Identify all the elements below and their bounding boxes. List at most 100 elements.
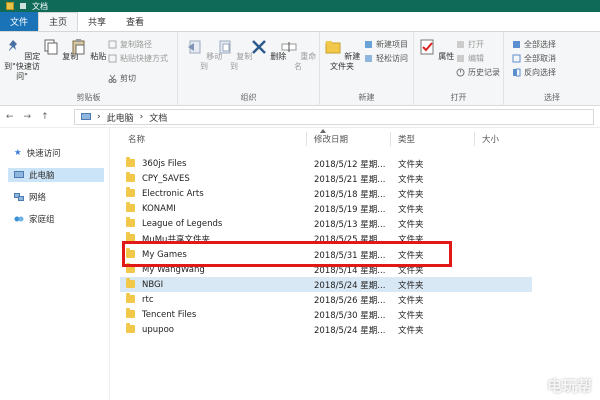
history-button[interactable]: 历史记录 [456,66,500,79]
folder-icon [126,293,135,303]
clipboard-group: 固定到"快速访问" 复制 粘贴 复制路径 粘贴快捷方式 剪切 剪贴板 [0,32,178,106]
column-header-date[interactable]: 修改日期 [314,133,348,147]
new-group: 新建文件夹 新建项目 轻松访问 新建 [320,32,414,106]
cut-button[interactable]: 剪切 [108,72,136,85]
select-all-icon [513,41,520,48]
new-folder-button[interactable]: 新建文件夹 [322,36,362,72]
tab-home[interactable]: 主页 [38,12,79,31]
folder-icon [126,172,135,182]
open-group: 属性 打开 编辑 历史记录 打开 [414,32,504,106]
file-row[interactable]: MuMu共享文件夹 2018/5/25 星期... 文件夹 [120,231,532,246]
back-arrow-icon[interactable]: ← [6,112,14,122]
pin-icon [8,40,17,51]
organize-group-label: 组织 [240,93,257,102]
column-divider [390,132,391,146]
file-list: 名称 修改日期 类型 大小 360js Files 2018/5/12 星期..… [112,128,600,400]
column-divider [306,132,307,146]
invert-selection-icon [513,68,521,77]
folder-icon [126,308,135,318]
rename-button[interactable]: 重命名 [278,36,318,72]
folder-icon [126,202,135,212]
forward-arrow-icon[interactable]: → [24,112,32,122]
column-header-type[interactable]: 类型 [398,133,415,147]
title-bar: 文档 [0,0,600,12]
edit-button[interactable]: 编辑 [456,52,484,65]
file-row[interactable]: League of Legends 2018/5/13 星期... 文件夹 [120,216,532,231]
history-icon [456,68,465,77]
ribbon-tabs: 文件 主页 共享 查看 [0,12,600,32]
properties-button[interactable]: 属性 [416,36,456,62]
window-title: 文档 [32,1,48,11]
pin-quick-access-button[interactable]: 固定到"快速访问" [2,36,42,82]
copy-path-button[interactable]: 复制路径 [108,38,152,51]
network-icon [14,193,24,201]
nav-item-this-pc[interactable]: 此电脑 [8,168,104,182]
select-none-button[interactable]: 全部取消 [512,52,556,65]
open-group-label: 打开 [450,93,467,102]
paste-button[interactable]: 粘贴 [68,36,108,62]
up-arrow-icon[interactable]: ↑ [41,112,49,122]
select-group: 全部选择 全部取消 反向选择 选择 [504,32,600,106]
paste-icon [72,39,85,55]
breadcrumb-this-pc[interactable]: 此电脑 [107,111,134,124]
copy-to-icon [219,40,231,54]
paste-shortcut-button[interactable]: 粘贴快捷方式 [108,52,168,65]
file-row[interactable]: My Games 2018/5/31 星期... 文件夹 [120,247,532,262]
homegroup-icon [14,216,24,222]
quick-access-toolbar-icon[interactable] [20,3,26,9]
file-row[interactable]: KONAMI 2018/5/19 星期... 文件夹 [120,201,532,216]
column-header-size[interactable]: 大小 [482,133,499,147]
breadcrumb-separator: › [97,112,101,122]
file-row[interactable]: upupoo 2018/5/24 星期... 文件夹 [120,322,532,337]
select-group-label: 选择 [544,93,560,102]
folder-icon [126,263,135,273]
column-divider [474,132,475,146]
tab-file[interactable]: 文件 [0,12,39,31]
new-folder-icon [325,41,341,54]
file-row[interactable]: Electronic Arts 2018/5/18 星期... 文件夹 [120,186,532,201]
nav-item-network[interactable]: 网络 [14,190,46,204]
nav-item-quick-access[interactable]: ★ 快速访问 [14,146,61,160]
file-row[interactable]: My WangWang 2018/5/14 星期... 文件夹 [120,262,532,277]
navigation-pane: ★ 快速访问 此电脑 网络 家庭组 [0,128,110,400]
nav-item-homegroup[interactable]: 家庭组 [14,212,55,226]
address-bar-row: ← → ↑ › 此电脑 › 文档 [0,106,600,128]
computer-icon [14,171,24,178]
select-none-icon [512,54,521,63]
invert-selection-button[interactable]: 反向选择 [512,66,556,79]
rename-icon [281,42,297,52]
new-item-icon [365,41,372,48]
breadcrumb-documents[interactable]: 文档 [149,111,167,124]
file-row[interactable]: NBGI 2018/5/24 星期... 文件夹 [120,277,532,292]
organize-group: 移动到 复制到 删除 重命名 组织 [178,32,320,106]
folder-icon [126,187,135,197]
breadcrumb-separator: › [139,112,144,122]
file-row[interactable]: rtc 2018/5/26 星期... 文件夹 [120,292,532,307]
ribbon: 固定到"快速访问" 复制 粘贴 复制路径 粘贴快捷方式 剪切 剪贴板 移动到 复… [0,32,600,106]
folder-icon [6,2,14,10]
copy-path-icon [108,40,117,49]
address-bar[interactable]: › 此电脑 › 文档 [74,109,594,125]
folder-icon [126,278,135,288]
file-row[interactable]: CPY_SAVES 2018/5/21 星期... 文件夹 [120,171,532,186]
tab-share[interactable]: 共享 [78,12,116,31]
file-row[interactable]: 360js Files 2018/5/12 星期... 文件夹 [120,156,532,171]
star-icon: ★ [14,148,22,158]
move-to-icon [187,40,201,54]
computer-icon [81,113,91,120]
open-button[interactable]: 打开 [456,38,484,51]
column-header-name[interactable]: 名称 [128,133,145,147]
edit-icon [457,55,464,62]
folder-icon [126,217,135,227]
file-row[interactable]: Tencent Files 2018/5/30 星期... 文件夹 [120,307,532,322]
copy-icon [44,39,58,55]
easy-access-button[interactable]: 轻松访问 [364,52,408,65]
tab-view[interactable]: 查看 [116,12,154,31]
folder-icon [126,157,135,167]
watermark-logo: 电玩帮 [546,377,592,395]
folder-icon [126,232,135,242]
new-item-button[interactable]: 新建项目 [364,38,408,51]
clipboard-group-label: 剪贴板 [76,93,101,102]
open-icon [457,41,464,48]
select-all-button[interactable]: 全部选择 [512,38,556,51]
